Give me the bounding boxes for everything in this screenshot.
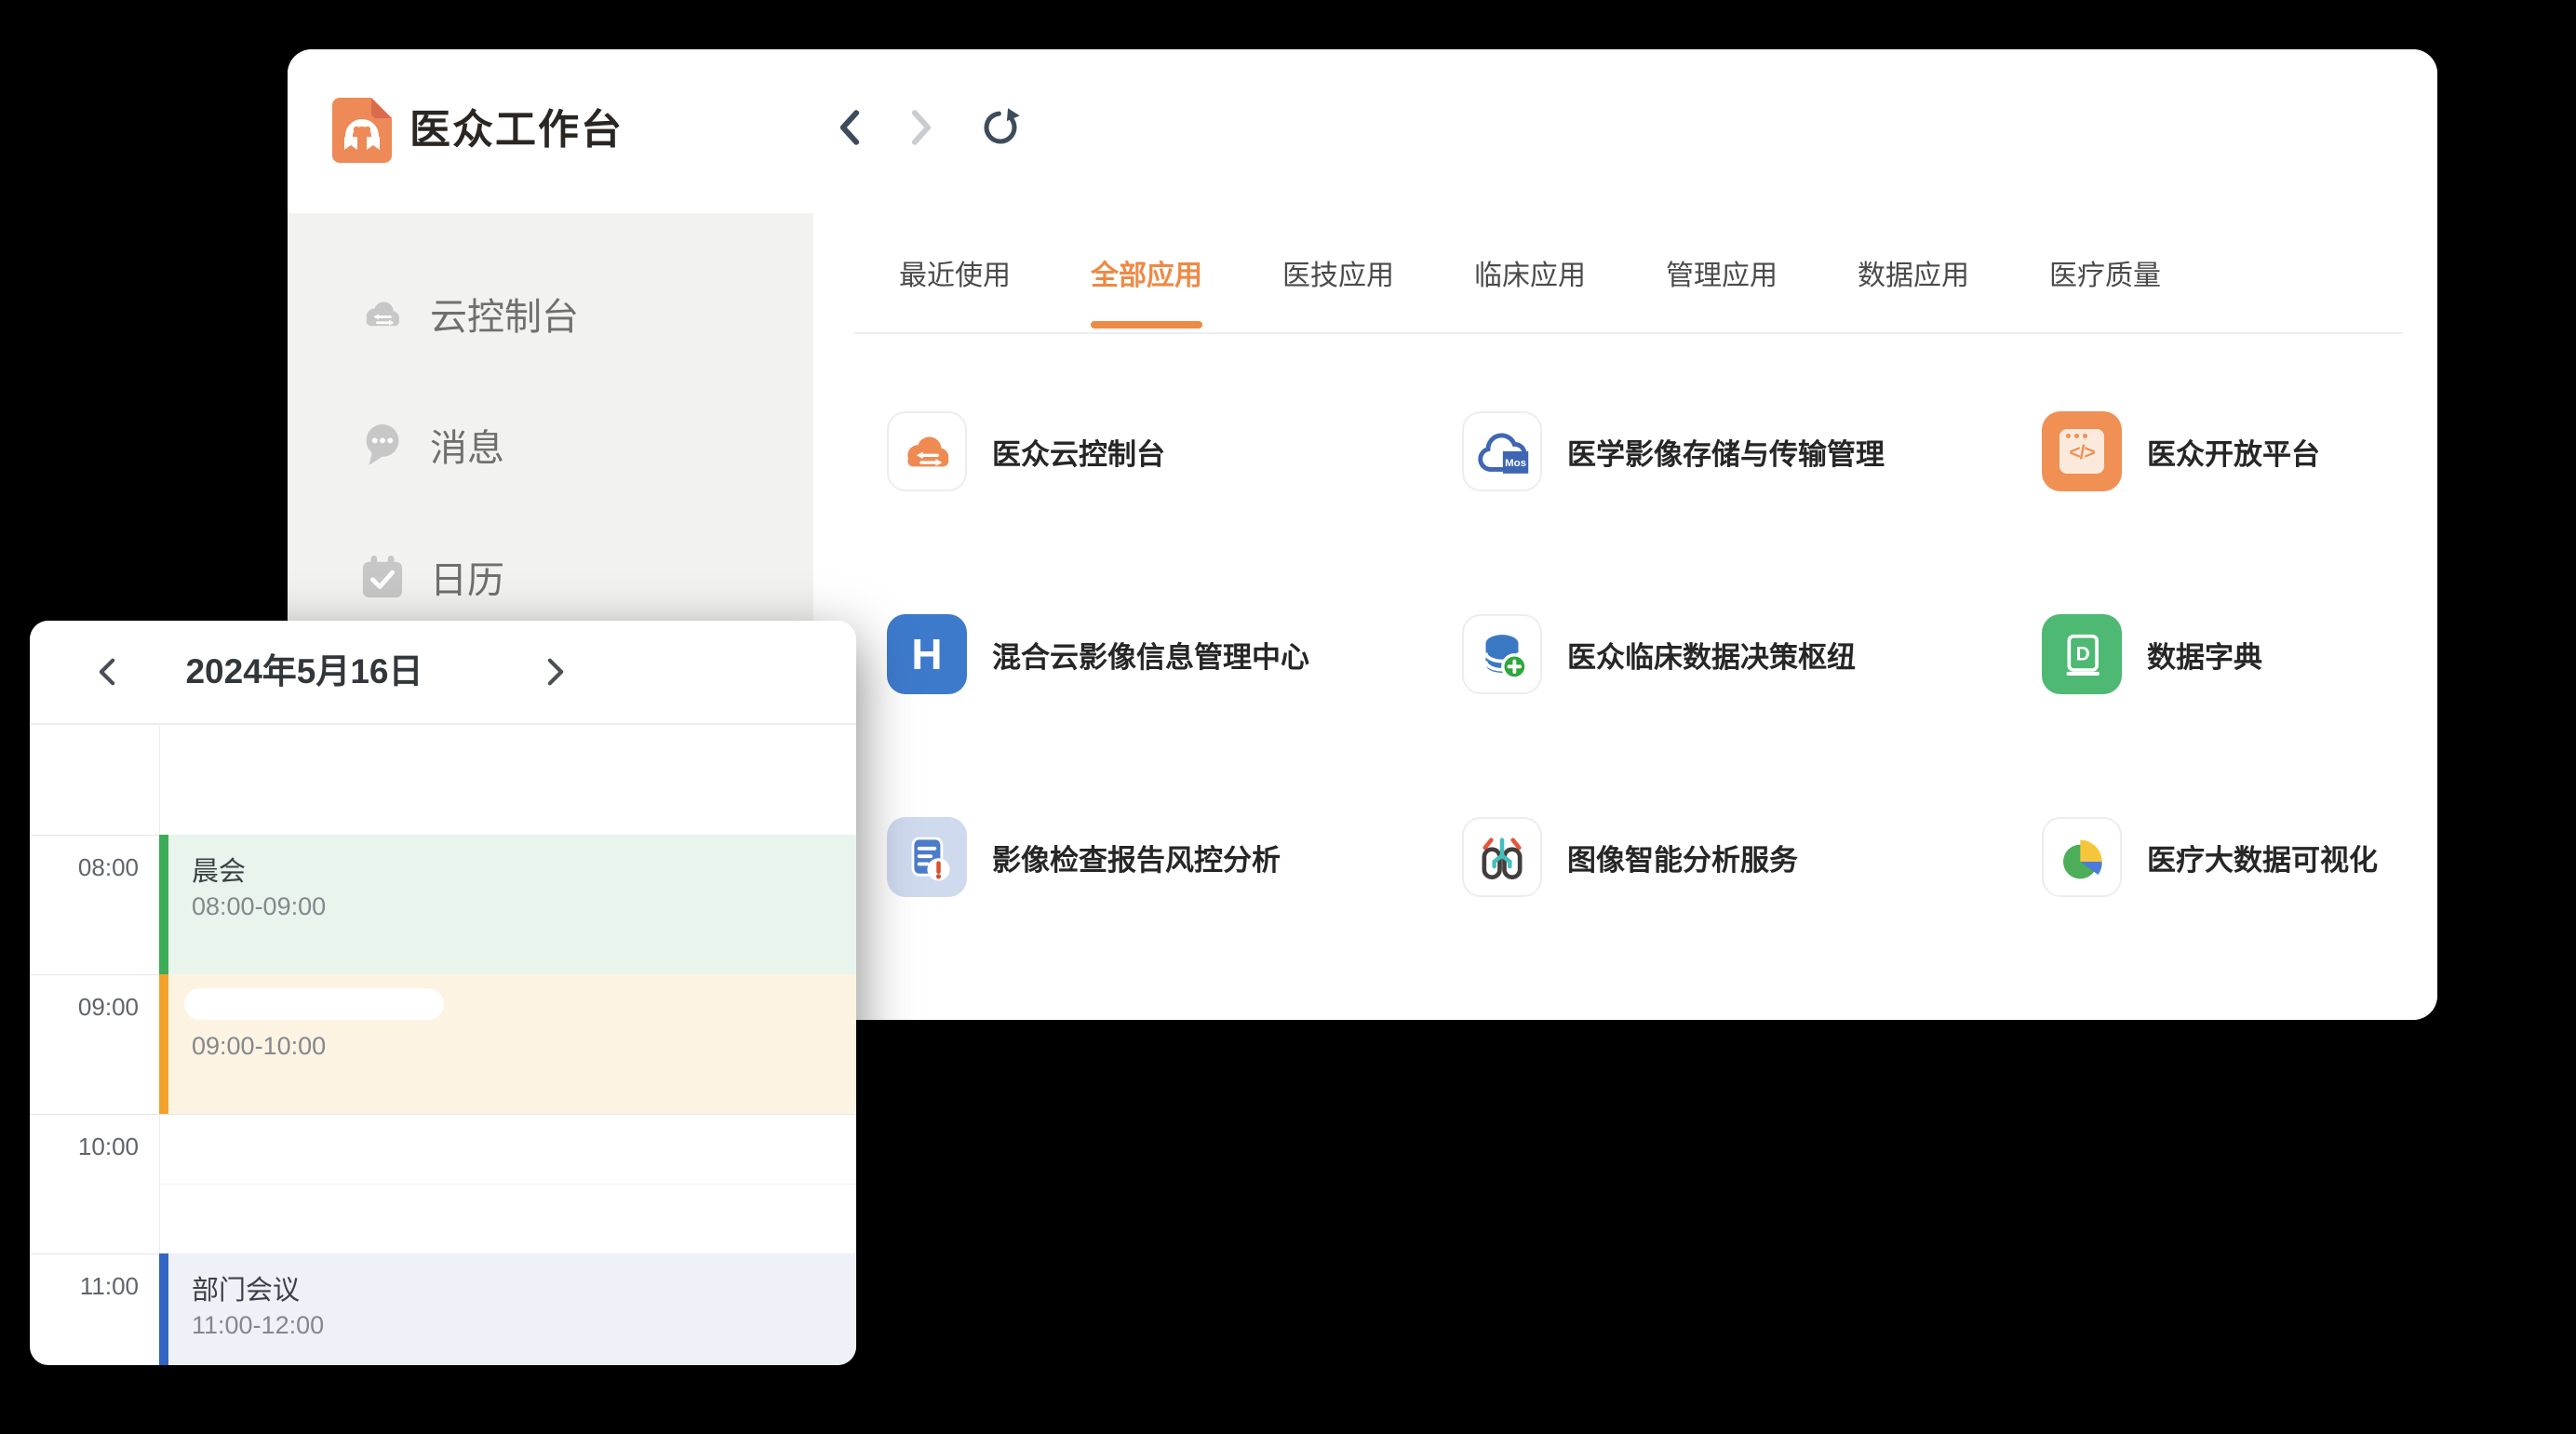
calendar-next-day-button[interactable] bbox=[532, 649, 579, 695]
tabbar-divider bbox=[854, 332, 2402, 334]
window-title: 医众工作台 bbox=[409, 96, 624, 165]
tab-data[interactable]: 数据应用 bbox=[1858, 213, 1969, 332]
sidebar-item-cloud-console[interactable]: 云控制台 bbox=[288, 284, 813, 343]
cloud-console-icon bbox=[887, 411, 967, 491]
app-medical-imaging-pacs[interactable]: Mos 医学影像存储与传输管理 bbox=[1462, 411, 2020, 491]
app-name: 医众云控制台 bbox=[992, 431, 1165, 473]
app-report-risk-analysis[interactable]: 影像检查报告风控分析 bbox=[887, 817, 1445, 897]
event-color-bar bbox=[159, 835, 168, 974]
desktop-background: 医众工作台 bbox=[0, 0, 2576, 1434]
tab-medtech[interactable]: 医技应用 bbox=[1282, 213, 1394, 332]
app-data-dictionary[interactable]: D 数据字典 bbox=[2042, 614, 2437, 694]
data-dictionary-icon: D bbox=[2042, 614, 2122, 694]
hour-gridline bbox=[30, 1114, 856, 1115]
sidebar-item-calendar[interactable]: 日历 bbox=[288, 547, 813, 607]
hybrid-cloud-icon: H bbox=[887, 614, 967, 694]
tab-clinical[interactable]: 临床应用 bbox=[1474, 213, 1586, 332]
time-label: 08:00 bbox=[30, 853, 139, 882]
chat-bubble-icon bbox=[359, 422, 406, 468]
app-cloud-console[interactable]: 医众云控制台 bbox=[887, 411, 1445, 491]
tab-recent[interactable]: 最近使用 bbox=[899, 213, 1011, 332]
cloud-settings-icon bbox=[359, 290, 406, 337]
pie-chart-icon bbox=[2042, 817, 2122, 897]
app-name: 影像检查报告风控分析 bbox=[992, 837, 1281, 878]
app-name: 医众临床数据决策枢纽 bbox=[1567, 634, 1856, 676]
event-color-bar bbox=[159, 974, 168, 1114]
app-name: 医众开放平台 bbox=[2147, 431, 2320, 473]
app-big-data-visualization[interactable]: 医疗大数据可视化 bbox=[2042, 817, 2437, 897]
calendar-header: 2024年5月16日 bbox=[30, 621, 856, 725]
refresh-icon bbox=[979, 106, 1022, 149]
calendar-panel: 2024年5月16日 08:00 09:00 10:00 11:00 bbox=[30, 621, 856, 1365]
event-time-range: 08:00-09:00 bbox=[192, 892, 326, 921]
time-label: 09:00 bbox=[30, 993, 139, 1022]
app-name: 医疗大数据可视化 bbox=[2147, 837, 2378, 878]
time-label: 10:00 bbox=[30, 1132, 139, 1161]
svg-text:D: D bbox=[2076, 643, 2090, 664]
calendar-prev-day-button[interactable] bbox=[84, 649, 130, 695]
lungs-ai-icon bbox=[1462, 817, 1542, 897]
mos-cloud-icon: Mos bbox=[1462, 411, 1542, 491]
sidebar-item-messages[interactable]: 消息 bbox=[288, 415, 813, 475]
open-platform-icon: </> bbox=[2042, 411, 2122, 491]
calendar-event-department-meeting[interactable]: 部门会议 11:00-12:00 bbox=[159, 1253, 856, 1365]
event-title: 部门会议 bbox=[192, 1268, 300, 1307]
forward-button[interactable] bbox=[899, 105, 944, 150]
event-time-range: 09:00-10:00 bbox=[192, 1032, 326, 1061]
half-hour-gridline bbox=[159, 1184, 856, 1185]
app-name: 图像智能分析服务 bbox=[1567, 837, 1798, 878]
clinical-database-icon bbox=[1462, 614, 1542, 694]
app-launcher-panel: 最近使用 全部应用 医技应用 临床应用 管理应用 数据应用 医疗质量 bbox=[813, 213, 2437, 1020]
active-tab-underline bbox=[1091, 321, 1202, 328]
app-name: 医学影像存储与传输管理 bbox=[1567, 431, 1885, 473]
sidebar-item-label: 消息 bbox=[430, 418, 504, 472]
chevron-left-icon bbox=[95, 657, 119, 687]
app-hybrid-cloud-imaging[interactable]: H 混合云影像信息管理中心 bbox=[887, 614, 1445, 694]
refresh-button[interactable] bbox=[978, 105, 1023, 150]
time-label: 11:00 bbox=[30, 1272, 139, 1301]
back-button[interactable] bbox=[827, 105, 872, 150]
sidebar-item-label: 日历 bbox=[430, 550, 504, 604]
calendar-event-morning-meeting[interactable]: 晨会 08:00-09:00 bbox=[159, 835, 856, 974]
svg-text:Mos: Mos bbox=[1505, 458, 1526, 469]
report-risk-icon bbox=[887, 817, 967, 897]
category-tabs: 最近使用 全部应用 医技应用 临床应用 管理应用 数据应用 医疗质量 bbox=[899, 213, 2161, 332]
app-logo-icon bbox=[332, 98, 392, 163]
calendar-day-view: 08:00 09:00 10:00 11:00 12:00 晨会 08:00-0… bbox=[30, 723, 856, 1365]
tab-management[interactable]: 管理应用 bbox=[1666, 213, 1778, 332]
app-clinical-data-hub[interactable]: 医众临床数据决策枢纽 bbox=[1462, 614, 2020, 694]
event-time-range: 11:00-12:00 bbox=[192, 1311, 324, 1340]
sidebar-item-label: 云控制台 bbox=[430, 287, 579, 341]
calendar-check-icon bbox=[359, 554, 406, 600]
app-name: 混合云影像信息管理中心 bbox=[992, 634, 1309, 676]
app-image-ai-analysis[interactable]: 图像智能分析服务 bbox=[1462, 817, 2020, 897]
chevron-right-icon bbox=[906, 109, 937, 146]
calendar-date-title: 2024年5月16日 bbox=[151, 621, 458, 723]
chevron-left-icon bbox=[834, 109, 865, 146]
window-header: 医众工作台 bbox=[288, 49, 2437, 215]
event-title: 晨会 bbox=[192, 850, 246, 889]
tab-quality[interactable]: 医疗质量 bbox=[2049, 213, 2161, 332]
event-color-bar bbox=[159, 1253, 168, 1365]
tab-all-apps[interactable]: 全部应用 bbox=[1091, 213, 1202, 332]
app-open-platform[interactable]: </> 医众开放平台 bbox=[2042, 411, 2437, 491]
app-name: 数据字典 bbox=[2147, 634, 2262, 676]
calendar-event-redacted[interactable]: 09:00-10:00 bbox=[159, 974, 856, 1114]
event-title-redacted-pill bbox=[184, 988, 444, 1020]
chevron-right-icon bbox=[543, 657, 568, 687]
